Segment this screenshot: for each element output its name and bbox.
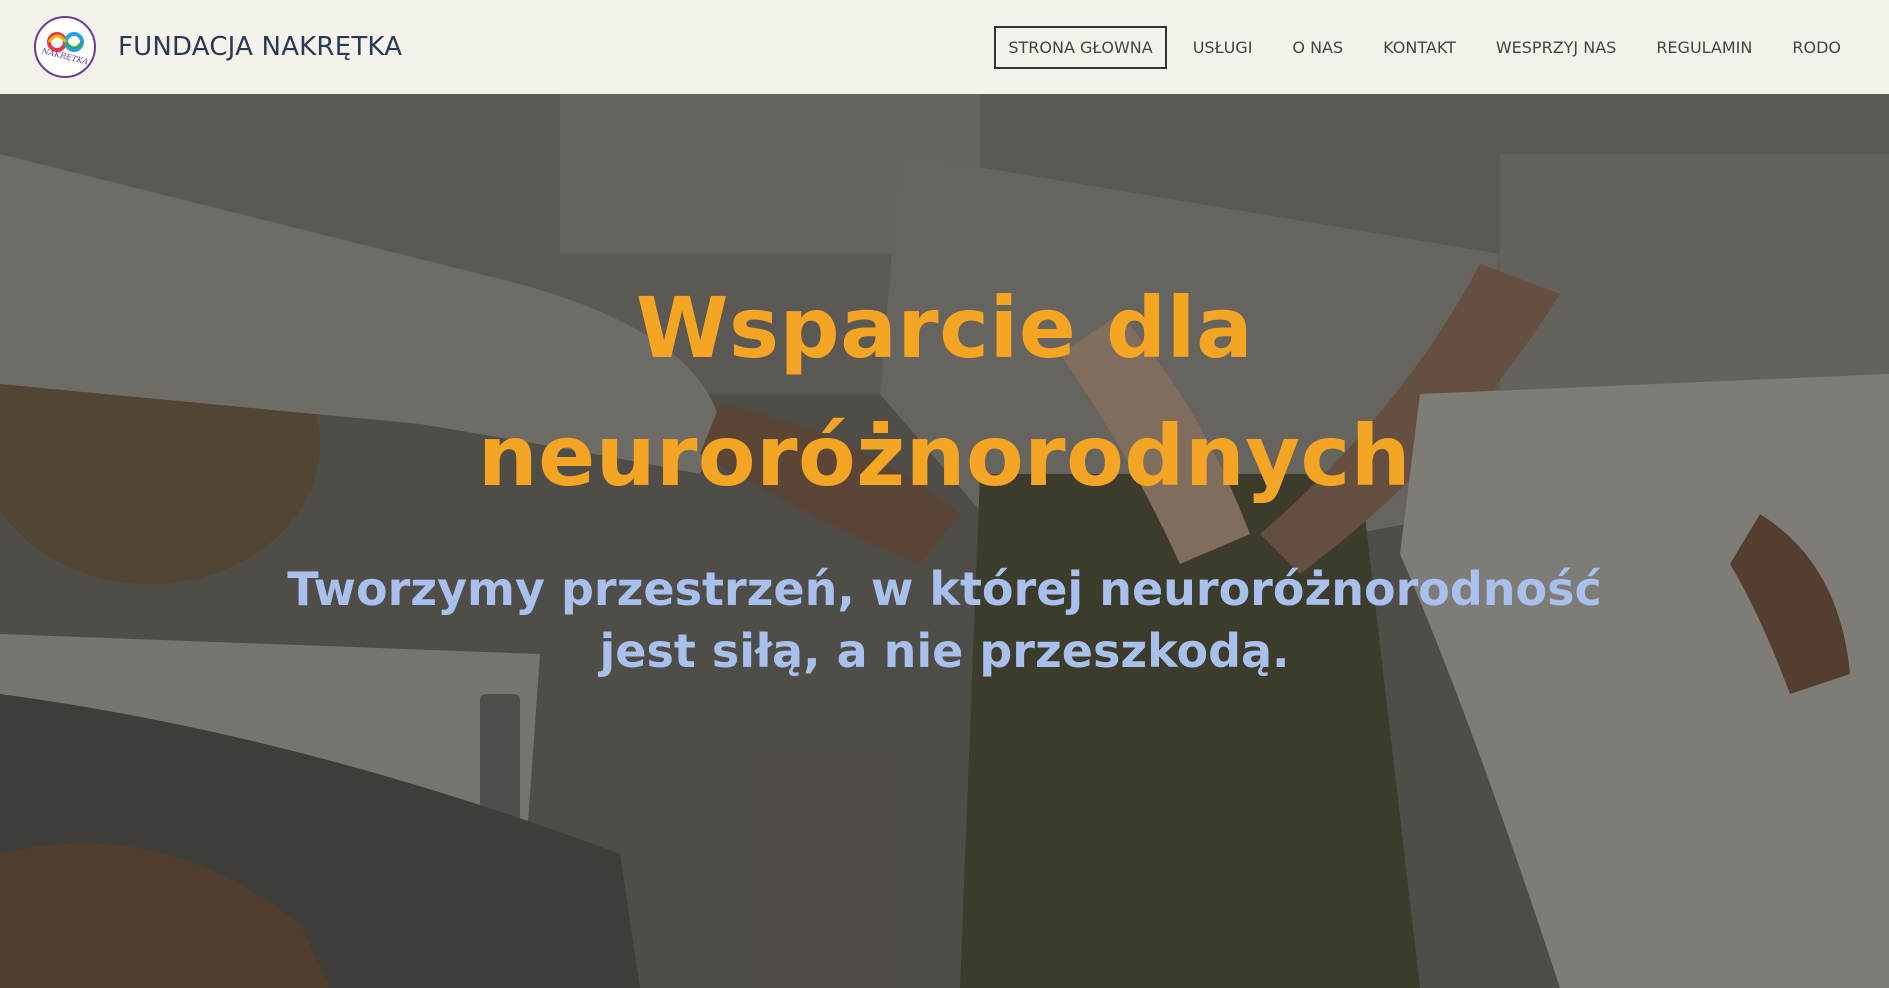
hero-text-block: Wsparcie dla neuroróżnorodnych Tworzymy … [0,264,1889,682]
nav-item-contact[interactable]: KONTAKT [1369,26,1470,69]
hero-title: Wsparcie dla neuroróżnorodnych [0,264,1889,520]
hero-title-line-2: neuroróżnorodnych [477,407,1412,505]
nav-item-home[interactable]: STRONA GŁOWNA [994,25,1167,69]
main-nav: STRONA GŁOWNA USŁUGI O NAS KONTAKT WESPR… [982,25,1855,69]
nav-item-terms[interactable]: REGULAMIN [1642,26,1766,69]
brand-name[interactable]: FUNDACJA NAKRĘTKA [118,32,402,62]
hero-subtitle-line-1: Tworzymy przestrzeń, w której neuroróżno… [287,562,1602,616]
hero-subtitle-line-2: jest siłą, a nie przeszkodą. [599,624,1290,678]
hero-title-line-1: Wsparcie dla [635,279,1254,377]
nav-item-services[interactable]: USŁUGI [1179,26,1267,69]
site-header: NAKRĘTKA FUNDACJA NAKRĘTKA STRONA GŁOWNA… [0,0,1889,94]
nav-item-support[interactable]: WESPRZYJ NAS [1482,26,1630,69]
logo[interactable]: NAKRĘTKA [34,16,96,78]
nav-item-rodo[interactable]: RODO [1778,26,1855,69]
hero-section: Wsparcie dla neuroróżnorodnych Tworzymy … [0,94,1889,988]
nav-item-about[interactable]: O NAS [1278,26,1357,69]
hero-subtitle: Tworzymy przestrzeń, w której neuroróżno… [0,558,1889,682]
